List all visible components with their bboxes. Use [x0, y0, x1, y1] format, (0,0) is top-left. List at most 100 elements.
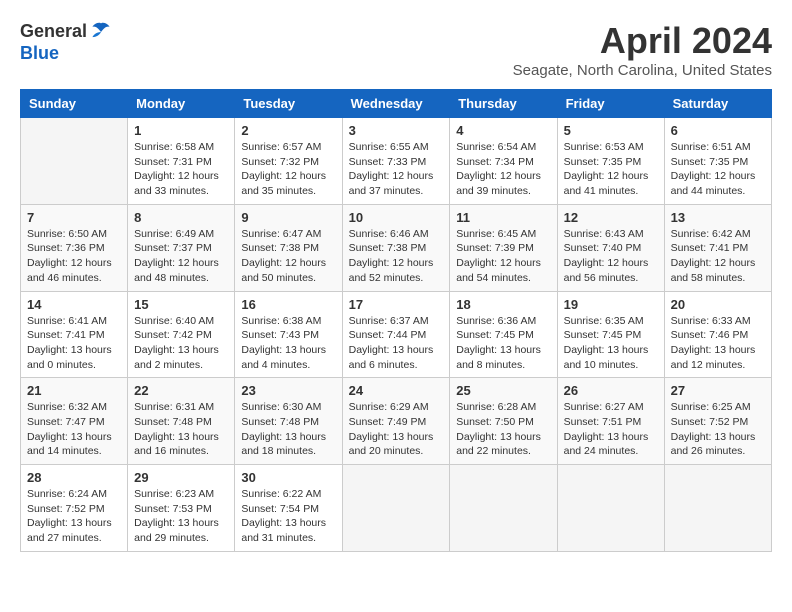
calendar-cell: 13 Sunrise: 6:42 AM Sunset: 7:41 PM Dayli… [664, 204, 771, 291]
calendar-cell: 27 Sunrise: 6:25 AM Sunset: 7:52 PM Dayli… [664, 378, 771, 465]
calendar-header-monday: Monday [128, 90, 235, 118]
day-info: Sunrise: 6:30 AM Sunset: 7:48 PM Dayligh… [241, 400, 335, 459]
day-number: 25 [456, 383, 550, 398]
day-info: Sunrise: 6:29 AM Sunset: 7:49 PM Dayligh… [349, 400, 444, 459]
calendar-cell: 16Sunrise: 6:38 AM Sunset: 7:43 PM Dayli… [235, 291, 342, 378]
calendar-cell: 3 Sunrise: 6:55 AM Sunset: 7:33 PM Daylig… [342, 118, 450, 205]
day-info: Sunrise: 6:47 AM Sunset: 7:38 PM Dayligh… [241, 227, 335, 286]
day-info: Sunrise: 6:32 AM Sunset: 7:47 PM Dayligh… [27, 400, 121, 459]
day-number: 9 [241, 210, 335, 225]
calendar-cell [664, 465, 771, 552]
day-info: Sunrise: 6:57 AM Sunset: 7:32 PM Dayligh… [241, 140, 335, 199]
calendar-cell [21, 118, 128, 205]
calendar-week-row: 21 Sunrise: 6:32 AM Sunset: 7:47 PM Dayli… [21, 378, 772, 465]
calendar-cell: 5Sunrise: 6:53 AM Sunset: 7:35 PM Daylig… [557, 118, 664, 205]
day-info: Sunrise: 6:31 AM Sunset: 7:48 PM Dayligh… [134, 400, 228, 459]
day-number: 18 [456, 297, 550, 312]
day-info: Sunrise: 6:43 AM Sunset: 7:40 PM Dayligh… [564, 227, 658, 286]
calendar-cell: 21 Sunrise: 6:32 AM Sunset: 7:47 PM Dayli… [21, 378, 128, 465]
calendar-week-row: 28 Sunrise: 6:24 AM Sunset: 7:52 PM Dayli… [21, 465, 772, 552]
day-number: 3 [349, 123, 444, 138]
day-info: Sunrise: 6:49 AM Sunset: 7:37 PM Dayligh… [134, 227, 228, 286]
day-info: Sunrise: 6:25 AM Sunset: 7:52 PM Dayligh… [671, 400, 765, 459]
day-number: 12 [564, 210, 658, 225]
day-info: Sunrise: 6:45 AM Sunset: 7:39 PM Dayligh… [456, 227, 550, 286]
day-info: Sunrise: 6:46 AM Sunset: 7:38 PM Dayligh… [349, 227, 444, 286]
day-info: Sunrise: 6:22 AM Sunset: 7:54 PM Dayligh… [241, 487, 335, 546]
calendar-header-sunday: Sunday [21, 90, 128, 118]
calendar-cell: 11 Sunrise: 6:45 AM Sunset: 7:39 PM Dayli… [450, 204, 557, 291]
calendar-cell: 24 Sunrise: 6:29 AM Sunset: 7:49 PM Dayli… [342, 378, 450, 465]
logo-blue-text: Blue [20, 44, 113, 64]
calendar-header-saturday: Saturday [664, 90, 771, 118]
calendar-cell: 10 Sunrise: 6:46 AM Sunset: 7:38 PM Dayli… [342, 204, 450, 291]
calendar-week-row: 7 Sunrise: 6:50 AM Sunset: 7:36 PM Daylig… [21, 204, 772, 291]
day-number: 6 [671, 123, 765, 138]
calendar-cell: 4 Sunrise: 6:54 AM Sunset: 7:34 PM Daylig… [450, 118, 557, 205]
logo-general-text: General [20, 22, 87, 42]
calendar-header-tuesday: Tuesday [235, 90, 342, 118]
day-number: 19 [564, 297, 658, 312]
calendar-cell: 8 Sunrise: 6:49 AM Sunset: 7:37 PM Daylig… [128, 204, 235, 291]
day-info: Sunrise: 6:38 AM Sunset: 7:43 PM Dayligh… [241, 314, 335, 373]
calendar-cell: 15 Sunrise: 6:40 AM Sunset: 7:42 PM Dayli… [128, 291, 235, 378]
day-info: Sunrise: 6:50 AM Sunset: 7:36 PM Dayligh… [27, 227, 121, 286]
calendar-cell: 23Sunrise: 6:30 AM Sunset: 7:48 PM Dayli… [235, 378, 342, 465]
calendar-cell [342, 465, 450, 552]
logo-bird-icon [89, 20, 113, 44]
day-number: 10 [349, 210, 444, 225]
day-info: Sunrise: 6:27 AM Sunset: 7:51 PM Dayligh… [564, 400, 658, 459]
day-number: 11 [456, 210, 550, 225]
calendar-header-thursday: Thursday [450, 90, 557, 118]
day-info: Sunrise: 6:23 AM Sunset: 7:53 PM Dayligh… [134, 487, 228, 546]
day-number: 28 [27, 470, 121, 485]
title-section: April 2024 Seagate, North Carolina, Unit… [513, 20, 772, 79]
day-info: Sunrise: 6:24 AM Sunset: 7:52 PM Dayligh… [27, 487, 121, 546]
day-number: 22 [134, 383, 228, 398]
day-info: Sunrise: 6:53 AM Sunset: 7:35 PM Dayligh… [564, 140, 658, 199]
calendar-header-wednesday: Wednesday [342, 90, 450, 118]
calendar-cell: 28 Sunrise: 6:24 AM Sunset: 7:52 PM Dayli… [21, 465, 128, 552]
day-number: 4 [456, 123, 550, 138]
day-info: Sunrise: 6:41 AM Sunset: 7:41 PM Dayligh… [27, 314, 121, 373]
calendar-cell: 22 Sunrise: 6:31 AM Sunset: 7:48 PM Dayli… [128, 378, 235, 465]
day-info: Sunrise: 6:35 AM Sunset: 7:45 PM Dayligh… [564, 314, 658, 373]
calendar-table: SundayMondayTuesdayWednesdayThursdayFrid… [20, 89, 772, 552]
day-number: 13 [671, 210, 765, 225]
calendar-cell: 9 Sunrise: 6:47 AM Sunset: 7:38 PM Daylig… [235, 204, 342, 291]
day-info: Sunrise: 6:42 AM Sunset: 7:41 PM Dayligh… [671, 227, 765, 286]
calendar-cell: 29 Sunrise: 6:23 AM Sunset: 7:53 PM Dayli… [128, 465, 235, 552]
day-number: 29 [134, 470, 228, 485]
location-text: Seagate, North Carolina, United States [513, 62, 772, 79]
month-title: April 2024 [513, 20, 772, 62]
calendar-cell: 25Sunrise: 6:28 AM Sunset: 7:50 PM Dayli… [450, 378, 557, 465]
day-number: 21 [27, 383, 121, 398]
day-number: 1 [134, 123, 228, 138]
calendar-header-friday: Friday [557, 90, 664, 118]
calendar-cell: 30Sunrise: 6:22 AM Sunset: 7:54 PM Dayli… [235, 465, 342, 552]
day-number: 14 [27, 297, 121, 312]
day-info: Sunrise: 6:36 AM Sunset: 7:45 PM Dayligh… [456, 314, 550, 373]
calendar-cell: 2Sunrise: 6:57 AM Sunset: 7:32 PM Daylig… [235, 118, 342, 205]
calendar-header-row: SundayMondayTuesdayWednesdayThursdayFrid… [21, 90, 772, 118]
day-info: Sunrise: 6:54 AM Sunset: 7:34 PM Dayligh… [456, 140, 550, 199]
calendar-week-row: 14 Sunrise: 6:41 AM Sunset: 7:41 PM Dayli… [21, 291, 772, 378]
calendar-cell: 1Sunrise: 6:58 AM Sunset: 7:31 PM Daylig… [128, 118, 235, 205]
day-info: Sunrise: 6:40 AM Sunset: 7:42 PM Dayligh… [134, 314, 228, 373]
calendar-cell [557, 465, 664, 552]
day-number: 26 [564, 383, 658, 398]
calendar-cell: 26 Sunrise: 6:27 AM Sunset: 7:51 PM Dayli… [557, 378, 664, 465]
calendar-cell: 19 Sunrise: 6:35 AM Sunset: 7:45 PM Dayli… [557, 291, 664, 378]
day-info: Sunrise: 6:55 AM Sunset: 7:33 PM Dayligh… [349, 140, 444, 199]
calendar-cell: 7 Sunrise: 6:50 AM Sunset: 7:36 PM Daylig… [21, 204, 128, 291]
day-number: 24 [349, 383, 444, 398]
calendar-cell: 14 Sunrise: 6:41 AM Sunset: 7:41 PM Dayli… [21, 291, 128, 378]
calendar-week-row: 1Sunrise: 6:58 AM Sunset: 7:31 PM Daylig… [21, 118, 772, 205]
calendar-cell [450, 465, 557, 552]
calendar-cell: 20Sunrise: 6:33 AM Sunset: 7:46 PM Dayli… [664, 291, 771, 378]
day-number: 8 [134, 210, 228, 225]
day-number: 15 [134, 297, 228, 312]
day-number: 27 [671, 383, 765, 398]
day-number: 7 [27, 210, 121, 225]
page-header: General Blue April 2024 Seagate, North C… [20, 20, 772, 79]
